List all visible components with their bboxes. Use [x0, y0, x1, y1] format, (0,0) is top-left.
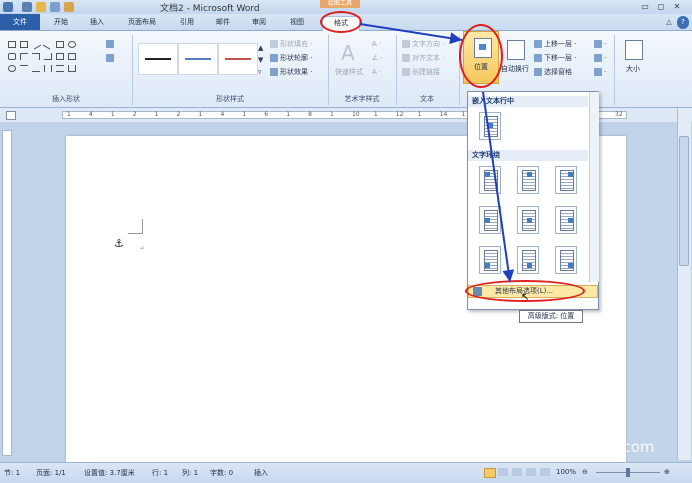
zoom-slider-thumb[interactable]: [626, 468, 630, 477]
status-insert-mode[interactable]: 插入: [254, 468, 268, 478]
print-layout-view-icon[interactable]: [484, 468, 496, 478]
draft-view-icon[interactable]: [540, 468, 550, 476]
status-setting[interactable]: 设置值: 3.7厘米: [84, 468, 135, 478]
status-words[interactable]: 字数: 0: [210, 468, 233, 478]
watermark-brand: 搜狗指南: [515, 402, 611, 430]
zoom-out-icon[interactable]: ⊖: [582, 468, 588, 476]
status-page[interactable]: 页面: 1/1: [36, 468, 66, 478]
zoom-in-icon[interactable]: ⊕: [664, 468, 670, 476]
status-col[interactable]: 列: 1: [182, 468, 198, 478]
arrow-format-to-position: [359, 23, 463, 45]
outline-view-icon[interactable]: [526, 468, 536, 476]
zoom-level[interactable]: 100%: [556, 468, 576, 476]
status-row[interactable]: 行: 1: [152, 468, 168, 478]
web-layout-view-icon[interactable]: [512, 468, 522, 476]
watermark-url: zhinan.sogou.com: [518, 438, 655, 456]
arrow-position-to-more-options: [482, 91, 515, 283]
status-section[interactable]: 节: 1: [4, 468, 20, 478]
full-screen-view-icon[interactable]: [498, 468, 508, 476]
status-bar: 节: 1 页面: 1/1 设置值: 3.7厘米 行: 1 列: 1 字数: 0 …: [0, 462, 692, 483]
